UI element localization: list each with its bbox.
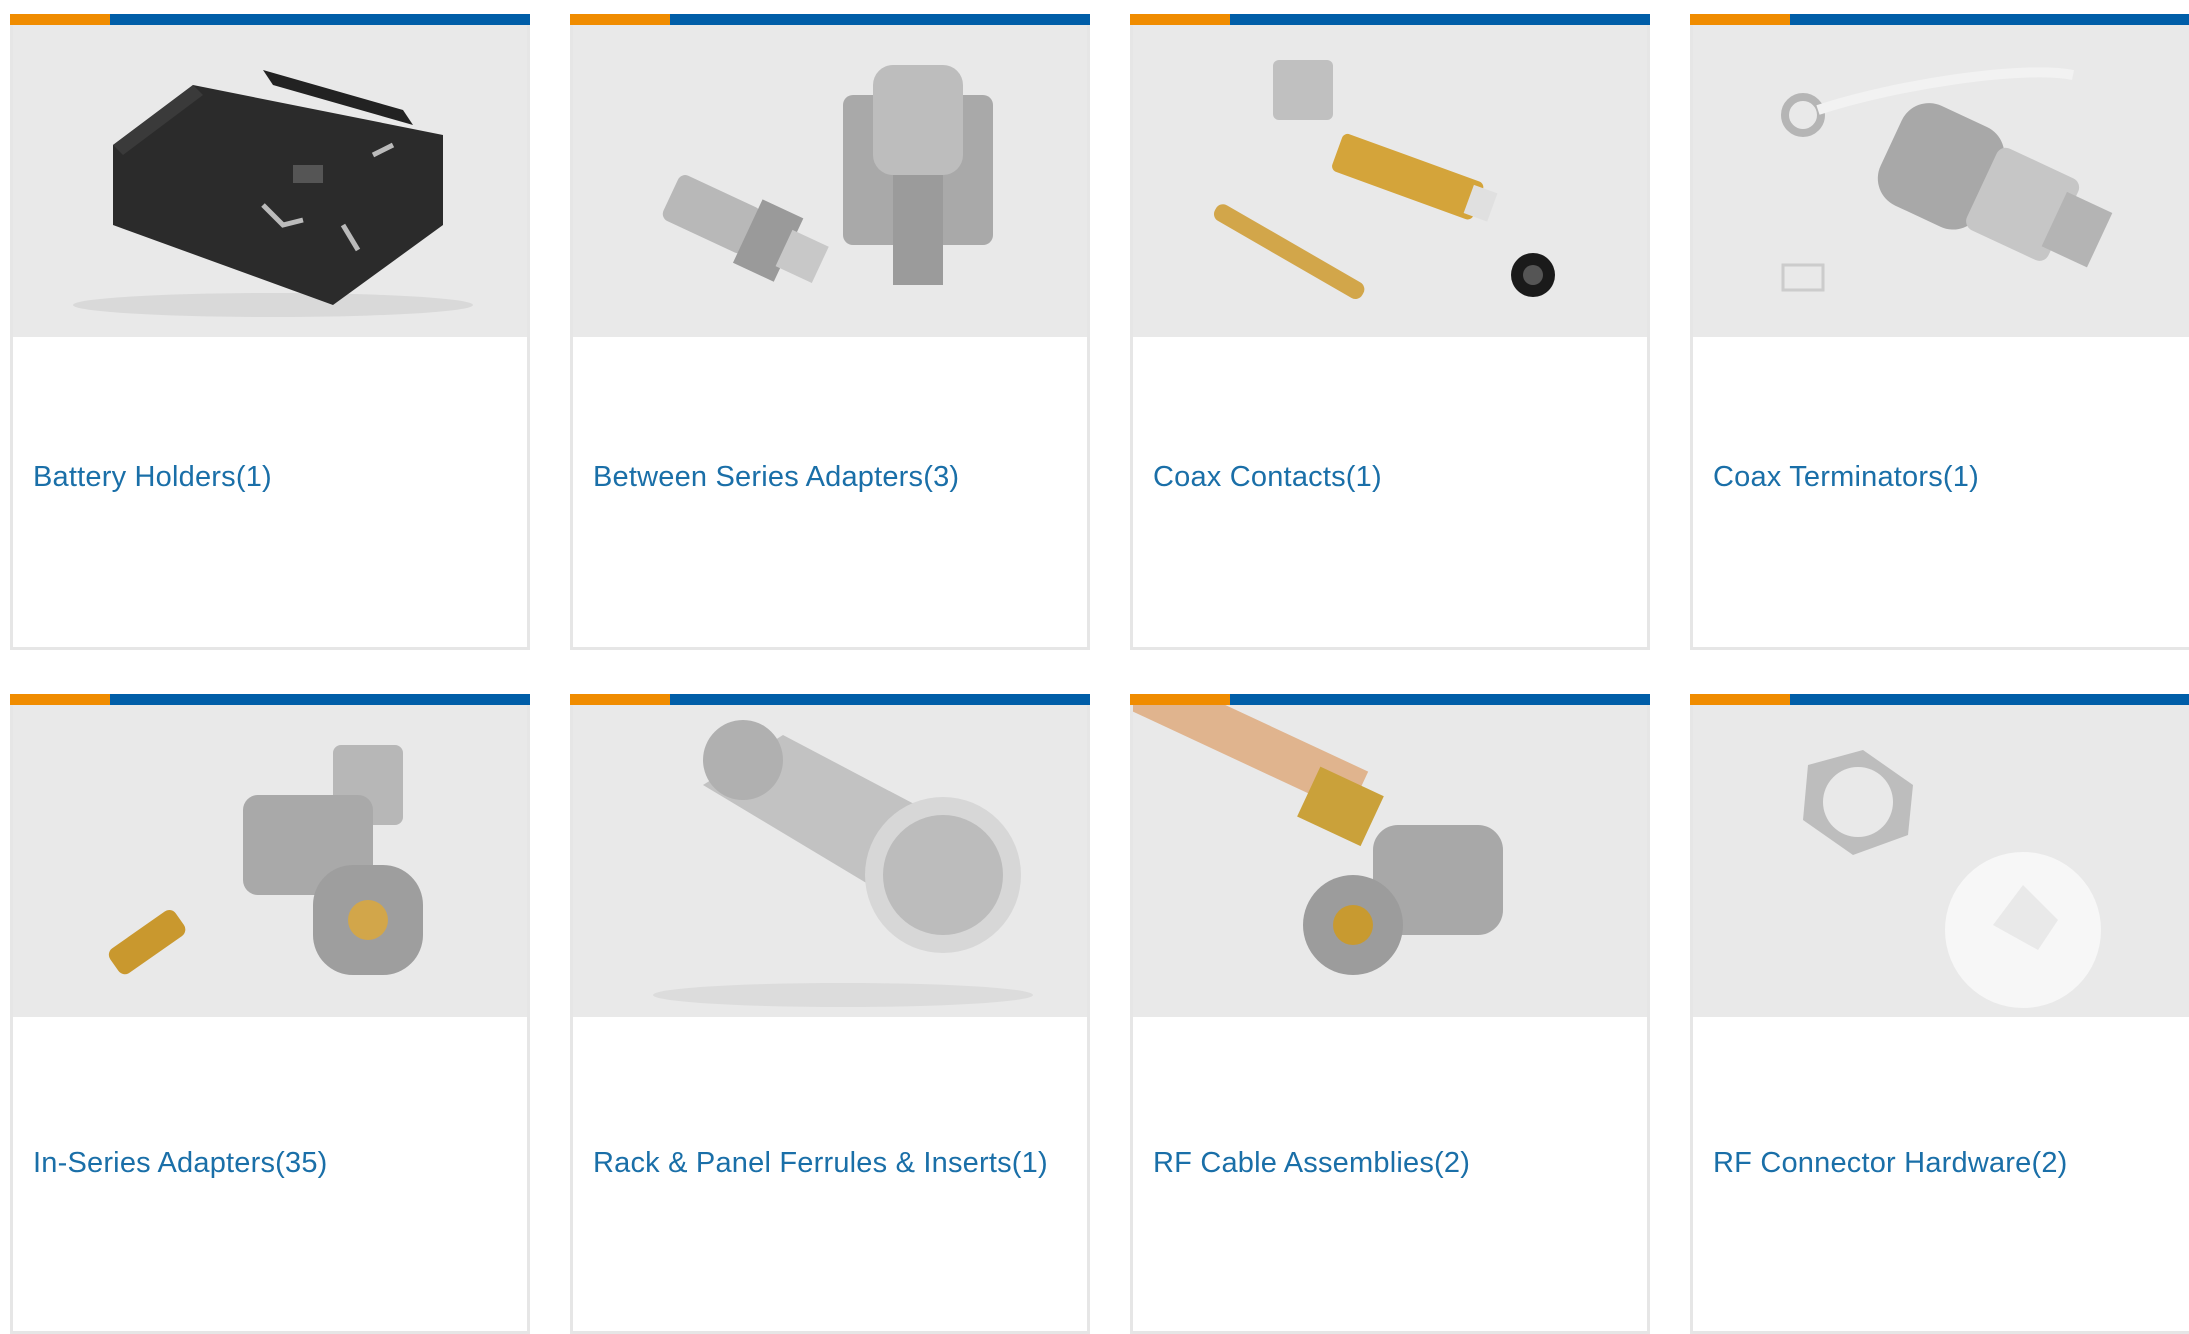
card-accent-bar	[1690, 694, 2189, 705]
ferrule-icon[interactable]	[573, 705, 1087, 1017]
card-accent-bar	[1130, 14, 1650, 25]
category-grid: Battery Holders(1) Between Series Adapte…	[0, 0, 2189, 1334]
in-series-adapter-icon[interactable]	[13, 705, 527, 1017]
category-link-label[interactable]: Coax Terminators(1)	[1713, 461, 1979, 494]
coax-terminator-icon[interactable]	[1693, 25, 2189, 337]
rf-cable-assembly-icon[interactable]	[1133, 705, 1647, 1017]
card-accent-bar	[1690, 14, 2189, 25]
category-link-label[interactable]: Battery Holders(1)	[33, 461, 272, 494]
category-card-rack-panel-ferrules[interactable]: Rack & Panel Ferrules & Inserts(1)	[570, 694, 1090, 1334]
category-link-label[interactable]: In-Series Adapters(35)	[33, 1147, 328, 1180]
category-card-coax-contacts[interactable]: Coax Contacts(1)	[1130, 14, 1650, 650]
card-accent-bar	[570, 14, 1090, 25]
connector-hardware-icon[interactable]	[1693, 705, 2189, 1017]
category-card-in-series-adapters[interactable]: In-Series Adapters(35)	[10, 694, 530, 1334]
category-card-rf-connector-hardware[interactable]: RF Connector Hardware(2)	[1690, 694, 2189, 1334]
coax-contacts-icon[interactable]	[1133, 25, 1647, 337]
category-link-label[interactable]: RF Cable Assemblies(2)	[1153, 1147, 1470, 1180]
battery-holder-icon[interactable]	[13, 25, 527, 337]
category-link-label[interactable]: RF Connector Hardware(2)	[1713, 1147, 2068, 1180]
card-accent-bar	[10, 14, 530, 25]
card-accent-bar	[570, 694, 1090, 705]
category-link-label[interactable]: Rack & Panel Ferrules & Inserts(1)	[593, 1147, 1048, 1180]
card-accent-bar	[10, 694, 530, 705]
category-card-coax-terminators[interactable]: Coax Terminators(1)	[1690, 14, 2189, 650]
category-card-between-series-adapters[interactable]: Between Series Adapters(3)	[570, 14, 1090, 650]
between-series-adapter-icon[interactable]	[573, 25, 1087, 337]
category-card-rf-cable-assemblies[interactable]: RF Cable Assemblies(2)	[1130, 694, 1650, 1334]
category-card-battery-holders[interactable]: Battery Holders(1)	[10, 14, 530, 650]
category-link-label[interactable]: Coax Contacts(1)	[1153, 461, 1382, 494]
category-link-label[interactable]: Between Series Adapters(3)	[593, 461, 959, 494]
card-accent-bar	[1130, 694, 1650, 705]
